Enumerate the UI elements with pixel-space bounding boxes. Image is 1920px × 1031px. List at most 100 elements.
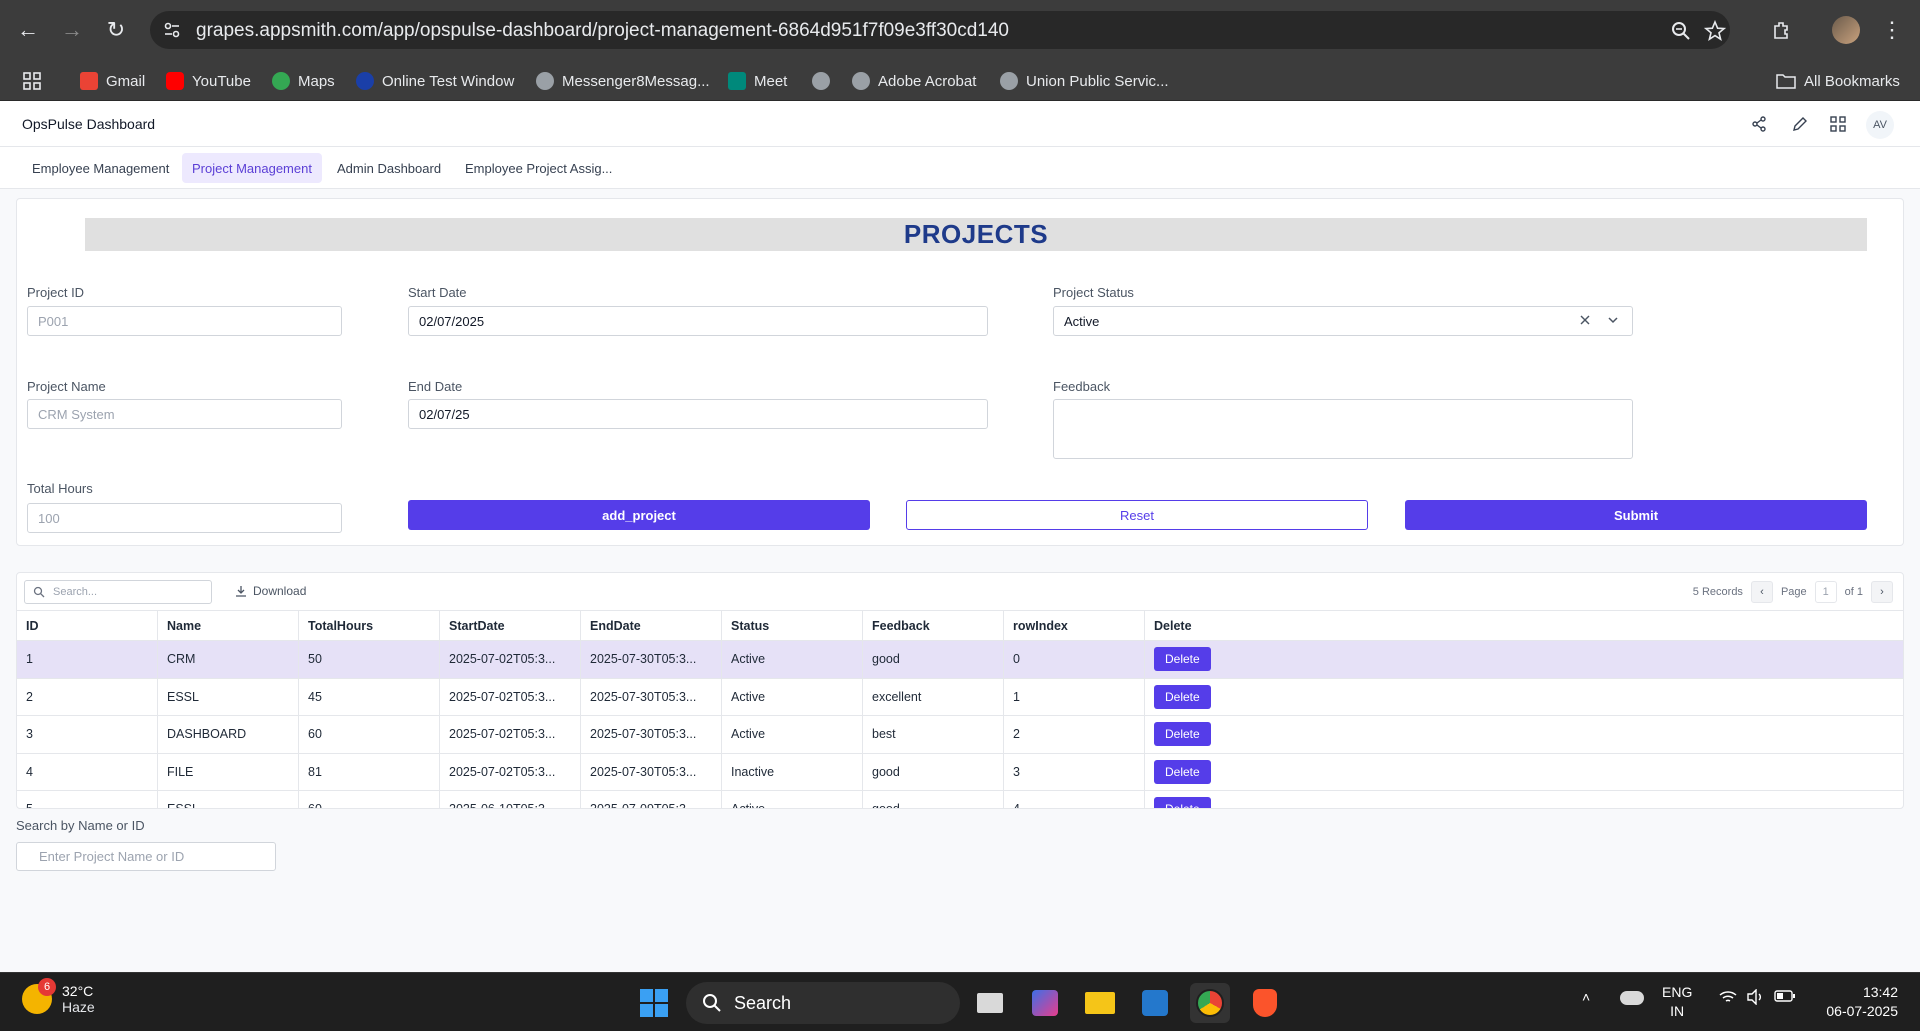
column-header-delete[interactable]: Delete (1145, 611, 1903, 640)
column-header-rowindex[interactable]: rowIndex (1004, 611, 1145, 640)
url-text[interactable]: grapes.appsmith.com/app/opspulse-dashboa… (196, 20, 1009, 42)
taskbar-search[interactable]: Search (686, 982, 960, 1024)
back-icon[interactable]: ← (12, 14, 44, 46)
site-info-icon[interactable] (162, 20, 182, 40)
edit-icon[interactable] (1791, 115, 1809, 133)
projects-table: Search... Download 5 Records ‹ Page 1 of… (16, 572, 1904, 809)
download-button[interactable]: Download (235, 584, 306, 598)
start-date-input[interactable]: 02/07/2025 (408, 306, 988, 336)
project-id-input[interactable]: P001 (27, 306, 342, 336)
column-header-totalhours[interactable]: TotalHours (299, 611, 440, 640)
windows-start-icon[interactable] (634, 983, 674, 1023)
globe-icon (1000, 72, 1018, 90)
brave-icon[interactable] (1245, 983, 1285, 1023)
zoom-icon[interactable] (1670, 20, 1692, 42)
wifi-icon[interactable] (1718, 989, 1738, 1008)
column-header-startdate[interactable]: StartDate (440, 611, 581, 640)
file-explorer-icon[interactable] (1080, 983, 1120, 1023)
records-count: 5 Records (1692, 586, 1743, 598)
column-header-status[interactable]: Status (722, 611, 863, 640)
browser-toolbar: ← → ↻ grapes.appsmith.com/app/opspulse-d… (0, 0, 1920, 60)
apps-grid-icon[interactable] (22, 69, 42, 93)
delete-button[interactable]: Delete (1154, 684, 1211, 709)
maps-icon (272, 72, 290, 90)
task-view-icon[interactable] (970, 983, 1010, 1023)
cell-hours: 81 (299, 753, 440, 790)
tab-employee-management[interactable]: Employee Management (22, 153, 179, 183)
bookmark-globe[interactable] (812, 69, 830, 93)
jetbrains-icon[interactable] (1025, 983, 1065, 1023)
cell-name: ESSL (158, 791, 299, 808)
reload-icon[interactable]: ↻ (100, 14, 132, 46)
battery-icon[interactable] (1774, 989, 1796, 1006)
total-hours-input[interactable]: 100 (27, 503, 342, 533)
address-bar[interactable]: grapes.appsmith.com/app/opspulse-dashboa… (150, 11, 1730, 49)
add-project-button[interactable]: add_project (408, 500, 870, 530)
page-number-input[interactable]: 1 (1814, 581, 1837, 603)
clock[interactable]: 13:42 06-07-2025 (1818, 983, 1898, 1021)
chrome-icon[interactable] (1190, 983, 1230, 1023)
delete-button[interactable]: Delete (1154, 797, 1211, 808)
bookmark-adobe[interactable]: Adobe Acrobat (852, 69, 976, 93)
table-row[interactable]: 4 FILE 81 2025-07-02T05:3... 2025-07-30T… (17, 753, 1903, 791)
bookmark-maps[interactable]: Maps (272, 69, 335, 93)
project-name-input[interactable]: CRM System (27, 399, 342, 429)
more-menu-icon[interactable]: ⋮ (1876, 14, 1908, 46)
column-header-id[interactable]: ID (17, 611, 158, 640)
table-row[interactable]: 2 ESSL 45 2025-07-02T05:3... 2025-07-30T… (17, 678, 1903, 716)
youtube-icon (166, 72, 184, 90)
cell-id: 5 (17, 791, 158, 808)
bookmark-online-test[interactable]: Online Test Window (356, 69, 514, 93)
delete-button[interactable]: Delete (1154, 722, 1211, 747)
feedback-textarea[interactable] (1053, 399, 1633, 459)
project-search-input[interactable]: Enter Project Name or ID (16, 842, 276, 871)
globe-icon (812, 72, 830, 90)
bookmark-upsc[interactable]: Union Public Servic... (1000, 69, 1169, 93)
delete-button[interactable]: Delete (1154, 647, 1211, 672)
chevron-right-icon[interactable]: › (1871, 581, 1893, 603)
column-header-name[interactable]: Name (158, 611, 299, 640)
reset-button[interactable]: Reset (906, 500, 1368, 530)
tab-admin-dashboard[interactable]: Admin Dashboard (327, 153, 451, 183)
table-search-input[interactable]: Search... (24, 580, 212, 604)
bookmark-gmail[interactable]: Gmail (80, 69, 145, 93)
chevron-down-icon[interactable] (1606, 313, 1620, 327)
cell-hours: 60 (299, 791, 440, 808)
vscode-icon[interactable] (1135, 983, 1175, 1023)
project-status-select[interactable]: Active (1053, 306, 1633, 336)
total-hours-label: Total Hours (27, 481, 93, 496)
extensions-icon[interactable] (1766, 14, 1798, 46)
weather-widget[interactable]: 6 32°C Haze (22, 978, 95, 1015)
bookmark-meet[interactable]: Meet (728, 69, 787, 93)
tab-employee-project-assignment[interactable]: Employee Project Assig... (455, 153, 622, 183)
user-avatar[interactable]: AV (1866, 111, 1894, 139)
table-row[interactable]: 5 ESSL 60 2025-06-10T05:3... 2025-07-09T… (17, 791, 1903, 808)
volume-icon[interactable] (1746, 988, 1766, 1008)
chevron-up-icon[interactable]: ˄ (1582, 989, 1590, 1005)
bookmark-star-icon[interactable] (1704, 20, 1726, 42)
column-header-enddate[interactable]: EndDate (581, 611, 722, 640)
table-body: ID Name TotalHours StartDate EndDate Sta… (17, 611, 1903, 808)
forward-icon[interactable]: → (56, 14, 88, 46)
table-row[interactable]: 3 DASHBOARD 60 2025-07-02T05:3... 2025-0… (17, 716, 1903, 754)
column-header-feedback[interactable]: Feedback (863, 611, 1004, 640)
tab-project-management[interactable]: Project Management (182, 153, 322, 183)
delete-button[interactable]: Delete (1154, 759, 1211, 784)
submit-button[interactable]: Submit (1405, 500, 1867, 530)
all-bookmarks[interactable]: All Bookmarks (1776, 69, 1900, 93)
clear-icon[interactable] (1578, 313, 1592, 327)
table-row[interactable]: 1 CRM 50 2025-07-02T05:3... 2025-07-30T0… (17, 641, 1903, 679)
cell-start: 2025-07-02T05:3... (440, 678, 581, 715)
globe-icon (536, 72, 554, 90)
share-icon[interactable] (1750, 115, 1768, 133)
profile-avatar[interactable] (1832, 16, 1860, 44)
apps-icon[interactable] (1829, 115, 1847, 133)
language-indicator[interactable]: ENG IN (1662, 983, 1692, 1021)
chevron-left-icon[interactable]: ‹ (1750, 581, 1773, 603)
bookmark-youtube[interactable]: YouTube (166, 69, 251, 93)
bookmark-messenger[interactable]: Messenger8Messag... (536, 69, 710, 93)
onedrive-icon[interactable] (1620, 987, 1644, 1005)
end-date-input[interactable]: 02/07/25 (408, 399, 988, 429)
meet-icon (728, 72, 746, 90)
project-status-value: Active (1064, 313, 1100, 329)
